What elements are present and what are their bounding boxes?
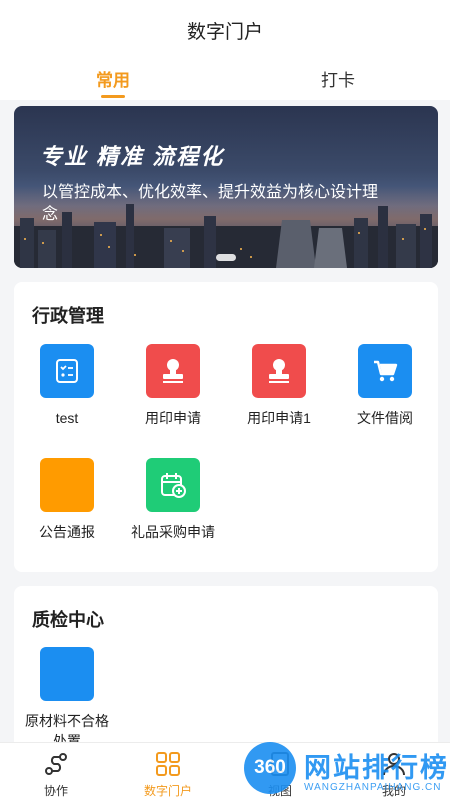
app-announcement[interactable]: 公告通报: [14, 458, 120, 542]
banner-carousel[interactable]: 专业 精准 流程化 以管控成本、优化效率、提升效益为核心设计理念: [14, 106, 438, 268]
app-label: 用印申请: [145, 410, 201, 426]
app-label: 文件借阅: [357, 410, 413, 426]
section-card-admin: 行政管理 test 用印申请 用印申请1 文件借阅 公告通报 礼品采购申请: [14, 282, 438, 572]
stamp-icon: [252, 344, 306, 398]
blank-icon: [40, 458, 94, 512]
page-title: 数字门户: [186, 22, 263, 43]
tab-clock-in-label: 打卡: [321, 71, 355, 90]
tabbar-item-portal[interactable]: 数字门户: [112, 743, 224, 800]
app-test[interactable]: test: [14, 344, 120, 428]
stamp-icon: [146, 344, 200, 398]
banner-slogan: 专业 精准 流程化: [40, 144, 225, 169]
app-label: 礼品采购申请: [131, 524, 215, 540]
app-label: 用印申请1: [247, 410, 311, 426]
tabbar-label: 数字门户: [143, 784, 192, 798]
top-tabs: 常用 打卡: [0, 66, 450, 100]
route-icon: [45, 753, 67, 775]
blank-icon: [40, 647, 94, 701]
tab-common[interactable]: 常用: [73, 66, 153, 98]
top-header: 数字门户 常用 打卡: [0, 0, 450, 100]
watermark-subtext: WANGZHANPAIHANG.CN: [304, 782, 442, 793]
checklist-icon: [40, 344, 94, 398]
tabbar-item-collaborate[interactable]: 协作: [0, 743, 112, 800]
active-tab-indicator: [101, 95, 125, 98]
tab-common-label: 常用: [96, 71, 130, 90]
banner-description: 以管控成本、优化效率、提升效益为核心设计理念: [42, 184, 379, 223]
app-seal-request-1[interactable]: 用印申请1: [226, 344, 332, 428]
calendar-add-icon: [146, 458, 200, 512]
app-seal-request[interactable]: 用印申请: [120, 344, 226, 428]
watermark-logo: 360 网站排行榜 WANGZHANPAIHANG.CN: [244, 740, 450, 800]
app-label: test: [55, 410, 79, 426]
grid-icon: [156, 752, 180, 776]
app-file-borrow[interactable]: 文件借阅: [332, 344, 438, 428]
tab-clock-in[interactable]: 打卡: [298, 66, 378, 91]
cart-icon: [358, 344, 412, 398]
watermark-text: 网站排行榜: [304, 753, 449, 783]
section-title-quality: 质检中心: [32, 610, 104, 630]
carousel-indicator[interactable]: [216, 254, 236, 261]
app-raw-material-nonconforming[interactable]: 原材料不合格处置: [14, 647, 120, 751]
app-gift-purchase[interactable]: 礼品采购申请: [120, 458, 226, 542]
tabbar-label: 协作: [43, 784, 68, 798]
section-title-admin: 行政管理: [32, 306, 104, 326]
section-card-quality: 质检中心 原材料不合格处置: [14, 586, 438, 756]
watermark-badge: 360: [244, 742, 296, 794]
app-label: 公告通报: [39, 524, 95, 540]
